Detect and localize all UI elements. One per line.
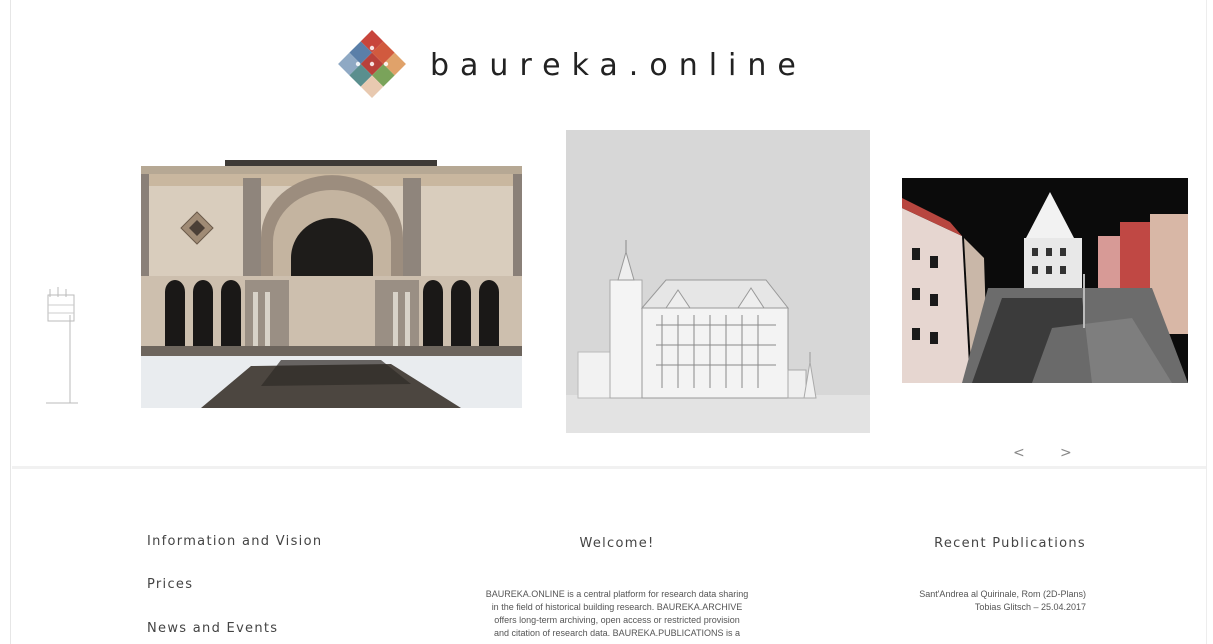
page: baureka.online < > Information and Visio…	[0, 0, 1213, 644]
brand-name[interactable]: baureka.online	[430, 48, 807, 83]
town-square-pointcloud	[902, 178, 1188, 383]
welcome-line: BAUREKA.ONLINE is a central platform for…	[485, 589, 749, 599]
welcome-line: in the field of historical building rese…	[491, 602, 743, 612]
carousel-slide-scan[interactable]	[902, 178, 1188, 383]
image-carousel[interactable]: < >	[0, 120, 1213, 465]
town-hall-3d-model	[566, 130, 870, 433]
tower-drawing-icon	[46, 287, 78, 404]
carousel-slide-partial[interactable]	[42, 285, 84, 409]
welcome-title: Welcome!	[579, 536, 655, 551]
nav-news-and-events[interactable]: News and Events	[147, 621, 278, 636]
carousel-next-button[interactable]: >	[1060, 445, 1072, 461]
section-divider	[12, 466, 1206, 469]
baureka-logo-icon[interactable]	[336, 28, 408, 100]
welcome-line: and citation of research data. BAUREKA.P…	[494, 628, 740, 638]
welcome-line: offers long-term archiving, open access …	[494, 615, 740, 625]
welcome-text: BAUREKA.ONLINE is a central platform for…	[458, 588, 776, 640]
romanesque-arcade-photo	[141, 160, 522, 408]
carousel-slide-arcade[interactable]	[141, 160, 522, 408]
publication-meta: Tobias Glitsch – 25.04.2017	[974, 602, 1086, 612]
publication-item[interactable]: Sant'Andrea al Quirinale, Rom (2D-Plans)…	[860, 588, 1086, 614]
nav-prices[interactable]: Prices	[147, 577, 193, 592]
recent-publications-title: Recent Publications	[934, 536, 1086, 551]
nav-information-and-vision[interactable]: Information and Vision	[147, 534, 322, 549]
carousel-prev-button[interactable]: <	[1013, 445, 1025, 461]
publication-title[interactable]: Sant'Andrea al Quirinale, Rom (2D-Plans)	[860, 588, 1086, 601]
carousel-slide-model[interactable]	[566, 130, 870, 433]
